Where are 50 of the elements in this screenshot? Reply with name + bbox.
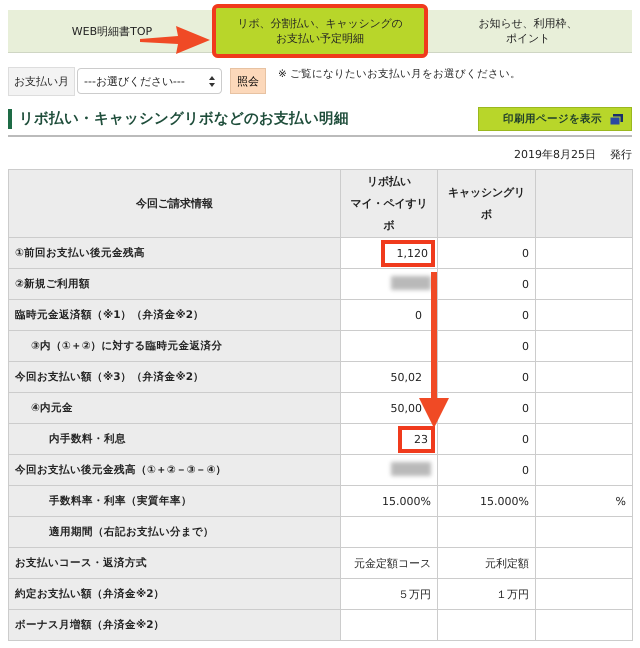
table-cell: 0 (522, 246, 529, 260)
table-cell: ５万円 (398, 586, 431, 602)
row-label: 適用期間（右記お支払い分まで） (8, 516, 340, 548)
month-dropdown[interactable]: ---お選びください--- (77, 68, 222, 94)
table-cell: 0 (522, 402, 529, 414)
table-cell: 15.000% (480, 494, 529, 508)
table-cell: 50,00 (390, 402, 422, 414)
table-cell: 0 (522, 370, 529, 384)
table-cell: 50,02 (390, 370, 422, 384)
column-header: キャッシングリボ (447, 184, 526, 222)
row-label: 臨時元金返済額（※1）（弁済金※2） (8, 300, 340, 330)
print-page-button[interactable]: 印刷用ページを表示 (478, 107, 632, 131)
table-cell: 0 (522, 464, 529, 476)
column-header: 今回ご請求情報 (135, 196, 214, 212)
table-cell: 0 (522, 278, 529, 290)
table-cell: 0 (415, 308, 422, 322)
row-label: ④内元金 (8, 392, 340, 424)
table-cell: 0 (522, 308, 529, 322)
query-button[interactable]: 照会 (230, 68, 266, 94)
up-down-caret-icon (209, 76, 215, 86)
hint-text: ※ ご覧になりたいお支払い月をお選びください。 (278, 67, 522, 81)
tab[interactable]: WEB明細書TOP (8, 10, 216, 52)
row-label: 約定お支払い額（弁済金※2） (8, 578, 340, 610)
table-cell: % (616, 494, 626, 508)
table-cell: 15.000% (382, 494, 431, 508)
row-label: ボーナス月増額（弁済金※2） (8, 610, 340, 640)
tab[interactable]: お知らせ、利用枠、 ポイント (424, 10, 632, 52)
row-label: ②新規ご利用額 (8, 268, 340, 300)
table-cell: 元利定額 (485, 556, 529, 570)
table-cell: 0 (522, 340, 529, 352)
row-label: ③内（①＋②）に対する臨時元金返済分 (8, 330, 340, 362)
table-cell: 元金定額コース (354, 556, 431, 570)
table-cell: １万円 (496, 586, 529, 602)
row-label: ①前回お支払い後元金残高 (8, 238, 340, 268)
table-cell: 23 (398, 426, 435, 452)
row-label: 内手数料・利息 (8, 424, 340, 454)
issue-date: 2019年8月25日 (514, 147, 596, 161)
row-label: お支払いコース・返済方式 (8, 548, 340, 578)
table-cell: 0 (522, 432, 529, 446)
row-label: 今回お支払い後元金残高（①＋②－③－④） (8, 454, 340, 486)
row-label: 手数料率・利率（実質年率） (8, 486, 340, 516)
section-heading: リボ払い・キャッシングリボなどのお支払い明細 (8, 109, 349, 129)
windows-icon (610, 114, 623, 124)
issue-label: 発行 (610, 147, 632, 161)
table-cell: 1,120 (380, 240, 435, 266)
tab[interactable]: リボ、分割払い、キャッシングの お支払い予定明細 (216, 8, 424, 54)
column-header: マイ・ペイすリボ (350, 196, 428, 234)
column-header: リボ払い (366, 174, 412, 190)
row-label: 今回お支払い額（※3）（弁済金※2） (8, 362, 340, 392)
field-label: お支払い月 (8, 66, 75, 96)
